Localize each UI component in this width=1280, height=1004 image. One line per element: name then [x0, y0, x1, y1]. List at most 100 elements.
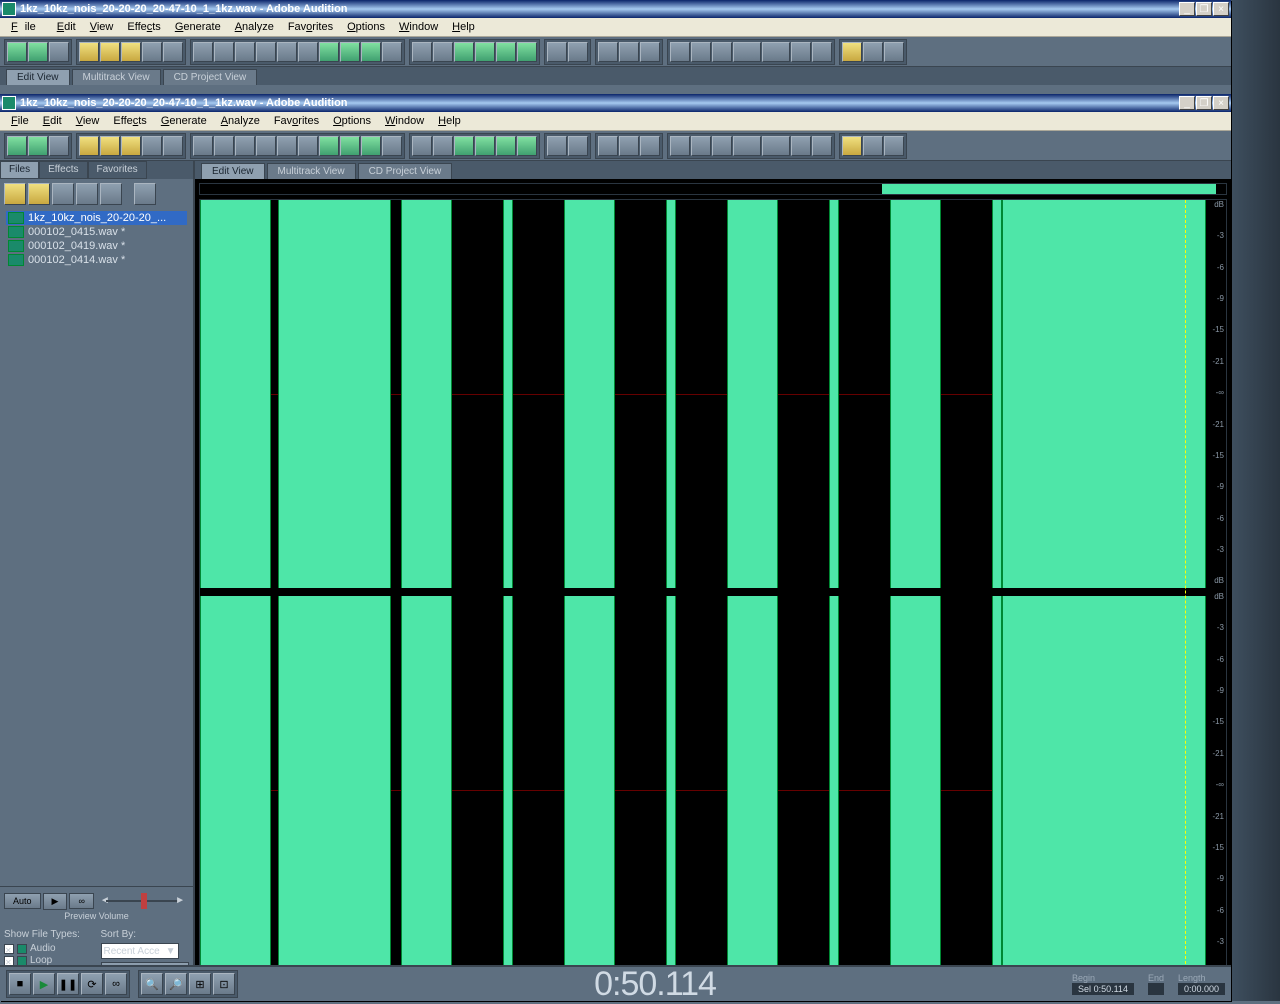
stop-button[interactable]: ■: [9, 973, 31, 995]
menu-generate[interactable]: Generate: [168, 19, 228, 35]
tab-multitrack-view[interactable]: Multitrack View: [72, 69, 161, 85]
overview-selection[interactable]: [882, 184, 1215, 194]
tb-saveas-icon[interactable]: [142, 42, 162, 62]
tb-new-icon[interactable]: [79, 136, 99, 156]
tb-copy-icon[interactable]: [256, 42, 276, 62]
tb-whatsthis-icon[interactable]: [884, 136, 904, 156]
tb-multitrack-icon[interactable]: [28, 136, 48, 156]
tab-multitrack-view[interactable]: Multitrack View: [267, 163, 356, 179]
file-list-item[interactable]: 1kz_10kz_nois_20-20-20_...: [6, 211, 187, 225]
tb-new-icon[interactable]: [79, 42, 99, 62]
play-looped-button[interactable]: ⟳: [81, 973, 103, 995]
tb-saveall-icon[interactable]: [163, 136, 183, 156]
tab-edit-view[interactable]: Edit View: [6, 69, 70, 85]
menu-effects[interactable]: Effects: [120, 19, 167, 35]
tb-b-icon[interactable]: [691, 42, 711, 62]
tb-b-icon[interactable]: [691, 136, 711, 156]
menu-effects[interactable]: Effects: [106, 113, 153, 129]
menu-analyze[interactable]: Analyze: [228, 19, 281, 35]
menubar-front[interactable]: File Edit View Effects Generate Analyze …: [0, 112, 1231, 131]
tb-about-icon[interactable]: [863, 42, 883, 62]
menu-options[interactable]: Options: [326, 113, 378, 129]
menu-file[interactable]: File: [4, 113, 36, 129]
play-button[interactable]: ▶: [33, 973, 55, 995]
tb-f-icon[interactable]: [791, 136, 811, 156]
tb-panel3-icon[interactable]: [640, 136, 660, 156]
tb-trim-icon[interactable]: [340, 136, 360, 156]
tb-view2-icon[interactable]: [433, 136, 453, 156]
menu-edit[interactable]: Edit: [36, 113, 69, 129]
file-list-item[interactable]: 000102_0414.wav *: [6, 253, 187, 267]
play-preview-button[interactable]: ▶: [43, 893, 68, 910]
tb-c-icon[interactable]: [712, 136, 732, 156]
tb-repeat-icon[interactable]: [235, 42, 255, 62]
tb-cd-icon[interactable]: [49, 136, 69, 156]
close-button[interactable]: ×: [1213, 96, 1229, 110]
minimize-button[interactable]: _: [1179, 2, 1195, 16]
loop-preview-button[interactable]: ∞: [69, 893, 93, 909]
tb-about-icon[interactable]: [863, 136, 883, 156]
file-list-item[interactable]: 000102_0419.wav *: [6, 239, 187, 253]
zoom-full-icon[interactable]: ⊞: [189, 973, 211, 995]
tb-cut-icon[interactable]: [277, 42, 297, 62]
menu-help[interactable]: Help: [445, 19, 482, 35]
tb-waveform-icon[interactable]: [7, 136, 27, 156]
tb-whatsthis-icon[interactable]: [884, 42, 904, 62]
tb-g-icon[interactable]: [812, 42, 832, 62]
tb-cut-icon[interactable]: [277, 136, 297, 156]
right-channel[interactable]: [200, 596, 1206, 984]
tb-panel1-icon[interactable]: [598, 42, 618, 62]
zoom-in-icon[interactable]: 🔍: [141, 973, 163, 995]
menu-analyze[interactable]: Analyze: [214, 113, 267, 129]
file-insert-icon[interactable]: [52, 183, 74, 205]
tb-paste-icon[interactable]: [298, 42, 318, 62]
menu-help[interactable]: Help: [431, 113, 468, 129]
tb-open-icon[interactable]: [100, 42, 120, 62]
loop-button[interactable]: ∞: [105, 973, 127, 995]
file-open-icon[interactable]: [4, 183, 26, 205]
tb-help-icon[interactable]: [842, 136, 862, 156]
file-edit-icon[interactable]: [76, 183, 98, 205]
tb-trim-icon[interactable]: [340, 42, 360, 62]
tb-panel1-icon[interactable]: [598, 136, 618, 156]
tb-e-icon[interactable]: [762, 42, 790, 62]
zoom-out-icon[interactable]: 🔎: [165, 973, 187, 995]
file-list[interactable]: 1kz_10kz_nois_20-20-20_...000102_0415.wa…: [0, 209, 193, 886]
restore-button[interactable]: ❐: [1196, 2, 1212, 16]
tb-view4-icon[interactable]: [475, 42, 495, 62]
tb-redo-icon[interactable]: [214, 42, 234, 62]
zoom-sel-icon[interactable]: ⊡: [213, 973, 235, 995]
tb-redo-icon[interactable]: [214, 136, 234, 156]
tb-cursor-icon[interactable]: [547, 136, 567, 156]
left-channel[interactable]: [200, 200, 1206, 588]
tb-zoomin-icon[interactable]: [361, 136, 381, 156]
menu-file[interactable]: File: [4, 19, 50, 35]
filetype-checkbox[interactable]: [4, 944, 14, 954]
tb-c-icon[interactable]: [712, 42, 732, 62]
menu-favorites[interactable]: Favorites: [281, 19, 340, 35]
tab-edit-view[interactable]: Edit View: [201, 163, 265, 179]
tb-f-icon[interactable]: [791, 42, 811, 62]
tb-copy-icon[interactable]: [256, 136, 276, 156]
tb-a-icon[interactable]: [670, 42, 690, 62]
tb-e-icon[interactable]: [762, 136, 790, 156]
tb-view1-icon[interactable]: [412, 136, 432, 156]
tb-panel3-icon[interactable]: [640, 42, 660, 62]
playback-cursor[interactable]: [1185, 200, 1186, 984]
tb-zoomin-icon[interactable]: [361, 42, 381, 62]
tb-saveall-icon[interactable]: [163, 42, 183, 62]
tb-save-icon[interactable]: [121, 42, 141, 62]
tb-repeat-icon[interactable]: [235, 136, 255, 156]
tb-view4-icon[interactable]: [475, 136, 495, 156]
tb-select-icon[interactable]: [568, 136, 588, 156]
file-list-item[interactable]: 000102_0415.wav *: [6, 225, 187, 239]
menubar-back[interactable]: File Edit View Effects Generate Analyze …: [0, 18, 1231, 37]
menu-favorites[interactable]: Favorites: [267, 113, 326, 129]
tb-paste-icon[interactable]: [298, 136, 318, 156]
tb-multitrack-icon[interactable]: [28, 42, 48, 62]
tb-view2-icon[interactable]: [433, 42, 453, 62]
tb-save-icon[interactable]: [121, 136, 141, 156]
waveform-display[interactable]: dB-3-6-9-15-21-∞-21-15-9-6-3dBdB-3-6-9-1…: [199, 199, 1227, 985]
tb-view5-icon[interactable]: [496, 42, 516, 62]
tb-panel2-icon[interactable]: [619, 136, 639, 156]
